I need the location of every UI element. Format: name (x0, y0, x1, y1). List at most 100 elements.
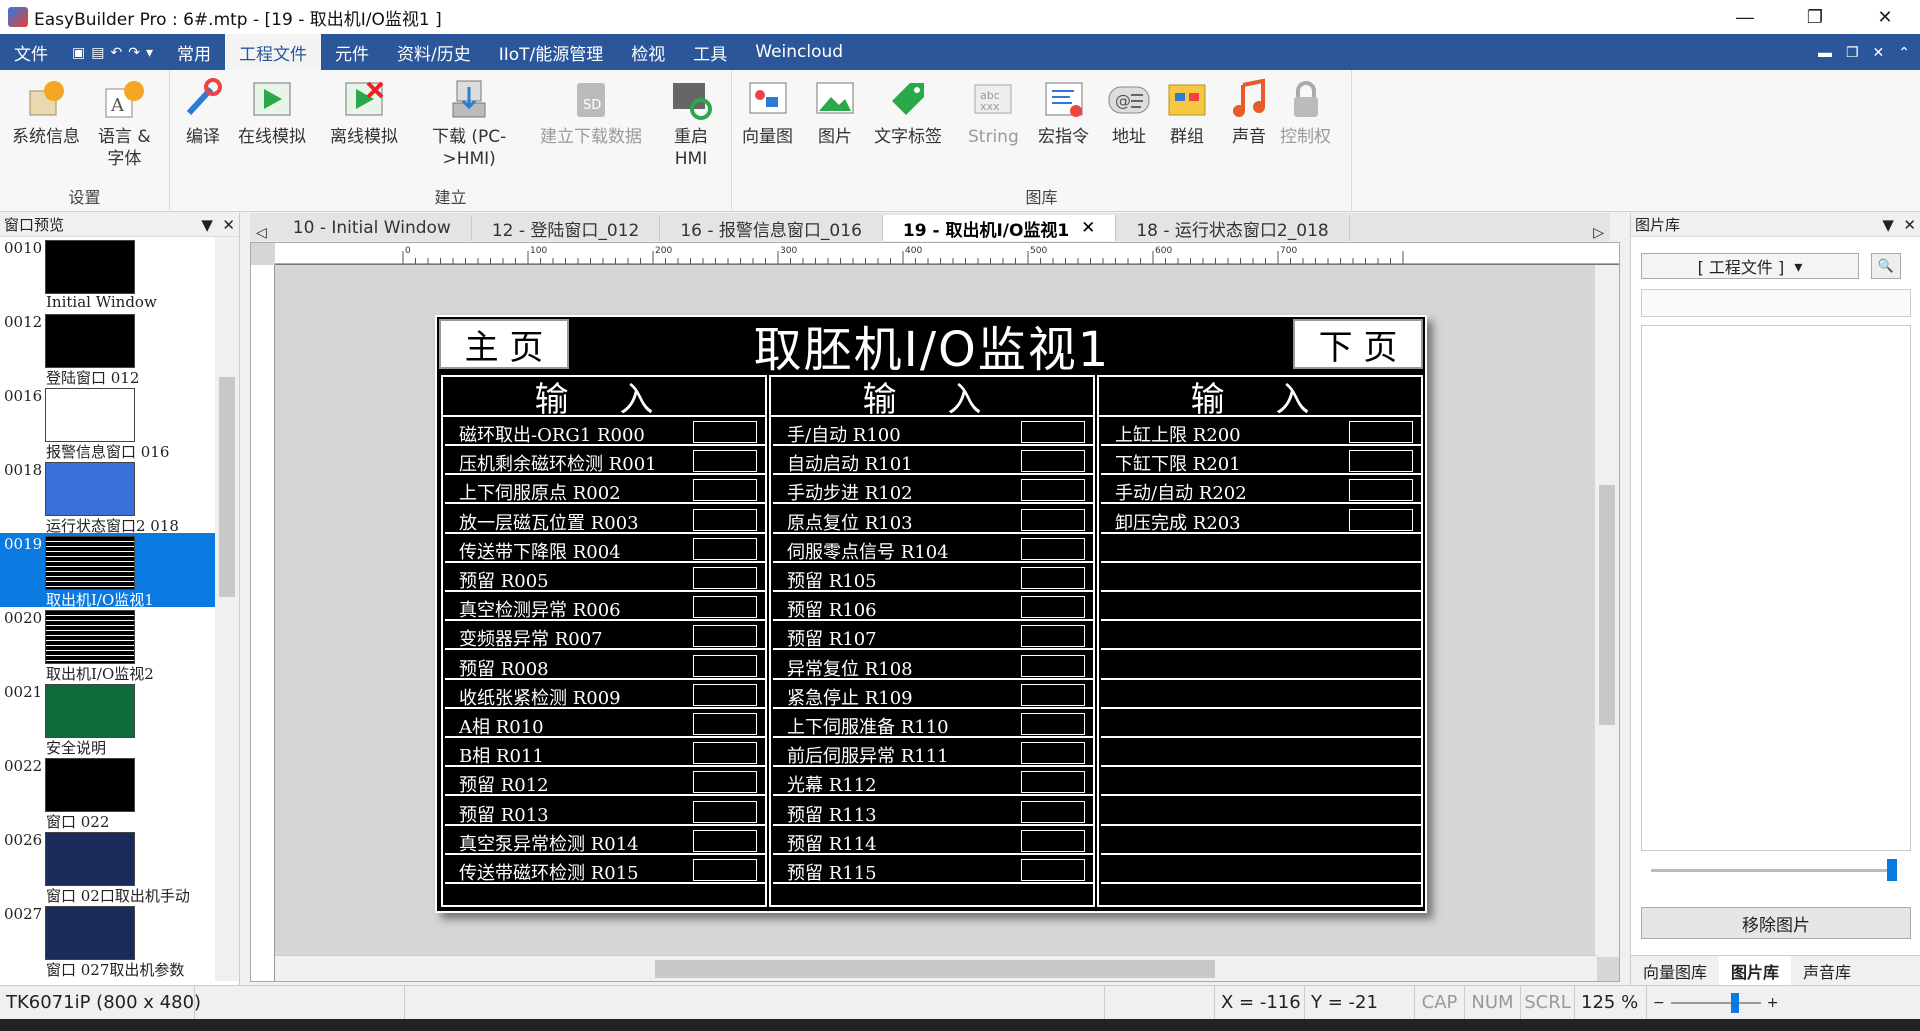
io-indicator-lamp[interactable] (1021, 596, 1085, 619)
io-indicator-lamp[interactable] (1021, 654, 1085, 677)
online-sim-button[interactable]: 在线模拟 (238, 76, 306, 148)
panel-dropdown-icon[interactable]: ▼ (1882, 216, 1894, 234)
io-indicator-lamp[interactable] (693, 567, 757, 589)
thumbnail-item[interactable]: 0018 运行状态窗口2 018 (0, 459, 216, 535)
zoom-out-icon[interactable]: − (1653, 995, 1665, 1011)
io-indicator-lamp[interactable] (693, 654, 757, 677)
library-source-select[interactable]: [ 工程文件 ] ▾ (1641, 253, 1859, 279)
io-indicator-lamp[interactable] (693, 625, 757, 648)
mdi-restore-icon[interactable]: ❐ (1846, 44, 1859, 61)
io-indicator-lamp[interactable] (1021, 800, 1085, 823)
address-button[interactable]: @ 地址 (1106, 76, 1152, 148)
tab-close-icon[interactable]: ✕ (1081, 218, 1095, 238)
menu-weincloud[interactable]: Weincloud (741, 34, 857, 70)
io-indicator-lamp[interactable] (1021, 479, 1085, 502)
scrollbar-thumb[interactable] (219, 377, 235, 597)
minimize-icon[interactable]: — (1710, 0, 1780, 34)
thumbnail-item[interactable]: 0022 窗口 022 (0, 755, 216, 831)
thumbnail-item[interactable]: 0016 报警信息窗口 016 (0, 385, 216, 461)
tab-picture-library[interactable]: 图片库 (1719, 956, 1792, 986)
thumbnail-item-selected[interactable]: 0019 取出机I/O监视1 (0, 533, 216, 609)
menu-iiot[interactable]: IIoT/能源管理 (485, 34, 618, 70)
io-indicator-lamp[interactable] (1021, 713, 1085, 735)
io-indicator-lamp[interactable] (1021, 421, 1085, 443)
menu-common[interactable]: 常用 (163, 34, 225, 70)
zoom-in-icon[interactable]: + (1767, 995, 1779, 1011)
editor-canvas-area[interactable]: 0 100 200 300 400 500 600 700 主 页 取胚机I/O监视1 下 页… (250, 242, 1620, 982)
thumbnail-size-slider[interactable] (1651, 869, 1891, 872)
close-icon[interactable]: ✕ (1850, 0, 1920, 34)
main-page-button[interactable]: 主 页 (439, 319, 569, 369)
save-icon[interactable]: ▣ (72, 44, 85, 61)
tab-scroll-left-icon[interactable]: ◁ (250, 224, 273, 241)
io-indicator-lamp[interactable] (693, 508, 757, 531)
panel-close-icon[interactable]: ✕ (222, 216, 235, 234)
io-indicator-lamp[interactable] (1021, 508, 1085, 531)
picture-list[interactable] (1641, 325, 1911, 851)
io-indicator-lamp[interactable] (1021, 537, 1085, 560)
system-info-button[interactable]: 系统信息 (12, 76, 80, 148)
io-indicator-lamp[interactable] (1021, 859, 1085, 881)
language-font-button[interactable]: A 语言 & 字体 (98, 76, 151, 170)
remove-picture-button[interactable]: 移除图片 (1641, 907, 1911, 939)
thumbnail-item[interactable]: 0027 窗口 027取出机参数 (0, 903, 216, 979)
compile-button[interactable]: 编译 (180, 76, 226, 148)
hmi-screen[interactable]: 主 页 取胚机I/O监视1 下 页 输 入 磁环取出-ORG1 R000 压机剩余… (435, 315, 1427, 913)
io-indicator-lamp[interactable] (1021, 450, 1085, 473)
io-indicator-lamp[interactable] (1349, 421, 1413, 443)
next-page-button[interactable]: 下 页 (1293, 319, 1423, 369)
text-label-button[interactable]: 文字标签 (874, 76, 942, 148)
thumbnail-item[interactable]: 0020 取出机I/O监视2 (0, 607, 216, 683)
sound-library-button[interactable]: 声音 (1226, 76, 1272, 148)
menu-view[interactable]: 检视 (617, 34, 679, 70)
thumbnail-item[interactable]: 0012 登陆窗口 012 (0, 311, 216, 387)
mdi-close-icon[interactable]: ✕ (1873, 44, 1885, 61)
slider-knob[interactable] (1887, 859, 1897, 881)
tab-scroll-right-icon[interactable]: ▷ (1587, 224, 1610, 241)
canvas-horizontal-scrollbar[interactable] (275, 955, 1597, 981)
io-indicator-lamp[interactable] (1349, 508, 1413, 531)
io-indicator-lamp[interactable] (693, 771, 757, 794)
io-indicator-lamp[interactable] (693, 683, 757, 706)
thumbnail-item[interactable]: 0010 Initial Window (0, 237, 216, 311)
offline-sim-button[interactable]: 离线模拟 (330, 76, 398, 148)
tab-login-window[interactable]: 12 - 登陆窗口_012 (472, 215, 661, 241)
tab-vector-library[interactable]: 向量图库 (1631, 956, 1719, 986)
io-indicator-lamp[interactable] (1349, 479, 1413, 502)
ribbon-collapse-icon[interactable]: ⌃ (1898, 44, 1910, 61)
save-all-icon[interactable]: ▤ (91, 44, 104, 61)
io-indicator-lamp[interactable] (1349, 450, 1413, 473)
io-indicator-lamp[interactable] (693, 450, 757, 473)
scrollbar-thumb[interactable] (1599, 485, 1615, 725)
io-indicator-lamp[interactable] (1021, 625, 1085, 648)
picture-library-button[interactable]: 图片 (812, 76, 858, 148)
vector-library-button[interactable]: 向量图 (742, 76, 793, 148)
io-indicator-lamp[interactable] (693, 479, 757, 502)
tab-io-monitor-1[interactable]: 19 - 取出机I/O监视1 ✕ (882, 215, 1117, 241)
io-indicator-lamp[interactable] (1021, 567, 1085, 589)
tab-status-window[interactable]: 18 - 运行状态窗口2_018 (1116, 215, 1350, 241)
panel-dropdown-icon[interactable]: ▼ (201, 216, 213, 234)
menu-file[interactable]: 文件 (0, 34, 62, 70)
restore-icon[interactable]: ❐ (1780, 0, 1850, 34)
canvas-vertical-scrollbar[interactable] (1595, 265, 1619, 957)
tab-alarm-window[interactable]: 16 - 报警信息窗口_016 (660, 215, 883, 241)
menu-project[interactable]: 工程文件 (224, 34, 321, 70)
restart-hmi-button[interactable]: 重启 HMI (668, 76, 714, 170)
io-indicator-lamp[interactable] (1021, 742, 1085, 765)
tab-sound-library[interactable]: 声音库 (1791, 956, 1863, 986)
io-indicator-lamp[interactable] (693, 596, 757, 619)
search-button[interactable]: 🔍 (1871, 253, 1901, 279)
group-library-button[interactable]: 群组 (1164, 76, 1210, 148)
io-indicator-lamp[interactable] (1021, 683, 1085, 706)
io-indicator-lamp[interactable] (693, 859, 757, 881)
io-indicator-lamp[interactable] (1021, 829, 1085, 852)
tab-initial-window[interactable]: 10 - Initial Window (273, 215, 472, 241)
zoom-slider[interactable]: − + (1647, 986, 1797, 1020)
panel-close-icon[interactable]: ✕ (1903, 216, 1916, 234)
menu-data-history[interactable]: 资料/历史 (383, 34, 485, 70)
menu-tools[interactable]: 工具 (679, 34, 741, 70)
library-filter-input[interactable] (1641, 289, 1911, 317)
download-button[interactable]: 下载 (PC- >HMI) (432, 76, 506, 170)
io-indicator-lamp[interactable] (1021, 771, 1085, 794)
